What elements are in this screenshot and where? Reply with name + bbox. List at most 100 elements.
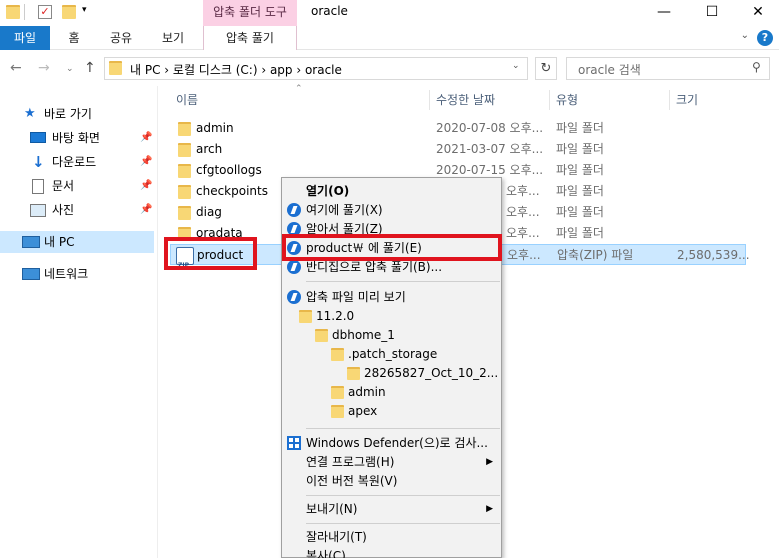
pane-splitter[interactable] (157, 86, 158, 558)
menu-label: 잘라내기(T) (306, 530, 367, 544)
tree-label: 28265827_Oct_10_2... (364, 366, 499, 380)
pin-icon[interactable]: 📌 (140, 127, 152, 149)
menu-separator (306, 495, 500, 496)
submenu-arrow-icon: ▶ (486, 457, 493, 467)
file-type: 파일 폴더 (556, 121, 604, 135)
menu-item-restore-versions[interactable]: 이전 버전 복원(V) (282, 472, 501, 491)
contextual-tab-header: 압축 폴더 도구 (203, 0, 297, 26)
file-type: 파일 폴더 (556, 184, 604, 198)
file-size: 2,580,539... (677, 248, 750, 262)
minimize-button[interactable]: — (641, 0, 687, 26)
column-header-name[interactable]: 이름 (170, 90, 430, 110)
menu-item-defender-scan[interactable]: Windows Defender(으)로 검사... (282, 434, 501, 453)
column-header-type[interactable]: 유형 (550, 90, 670, 110)
pin-icon[interactable]: 📌 (140, 175, 152, 197)
sidebar-item-network[interactable]: 네트워크 (0, 263, 157, 285)
preview-tree-item[interactable]: admin (282, 383, 501, 402)
menu-item-cut[interactable]: 잘라내기(T) (282, 528, 501, 547)
up-button[interactable]: ↑ (84, 60, 96, 76)
sidebar-item-downloads[interactable]: ↓ 다운로드 📌 (0, 151, 157, 173)
menu-item-open-with[interactable]: 연결 프로그램(H) ▶ (282, 453, 501, 472)
file-name: checkpoints (196, 184, 268, 198)
desktop-icon (30, 132, 46, 143)
preview-tree-item[interactable]: 28265827_Oct_10_2... (282, 364, 501, 383)
menu-item-open[interactable]: 열기(O) (282, 182, 501, 201)
menu-label: Windows Defender(으)로 검사... (306, 436, 488, 450)
bandizip-icon (287, 260, 301, 274)
column-header-size[interactable]: 크기 (670, 90, 770, 110)
file-type: 파일 폴더 (556, 142, 604, 156)
file-row[interactable]: admin 2020-07-08 오후... 파일 폴더 (170, 118, 746, 139)
new-folder-icon[interactable] (62, 5, 76, 19)
pin-icon[interactable]: 📌 (140, 199, 152, 221)
preview-tree-item[interactable]: dbhome_1 (282, 326, 501, 345)
folder-icon (315, 329, 328, 342)
search-placeholder: oracle 검색 (578, 63, 641, 77)
sidebar-quick-access[interactable]: ★ 바로 가기 (0, 103, 157, 125)
file-date: 2020-07-08 오후... (436, 121, 544, 135)
file-name: diag (196, 205, 222, 219)
picture-icon (30, 204, 46, 217)
menu-separator (306, 281, 500, 282)
bandizip-icon (287, 203, 301, 217)
menu-separator (306, 523, 500, 524)
forward-button[interactable]: → (38, 60, 50, 76)
column-header-modified[interactable]: 수정한 날짜 (430, 90, 550, 110)
close-button[interactable]: ✕ (735, 0, 779, 26)
sidebar-label: 바탕 화면 (52, 131, 100, 145)
file-type: 파일 폴더 (556, 205, 604, 219)
recent-locations-icon[interactable]: ⌄ (66, 64, 74, 74)
preview-tree-item[interactable]: 11.2.0 (282, 307, 501, 326)
ribbon-collapse-icon[interactable]: ⌄ (741, 30, 749, 41)
file-row[interactable]: arch 2021-03-07 오후... 파일 폴더 (170, 139, 746, 160)
search-icon[interactable]: ⚲ (752, 60, 761, 74)
folder-icon (299, 310, 312, 323)
folder-icon (178, 122, 191, 136)
file-name: cfgtoollogs (196, 163, 262, 177)
window-title: oracle (311, 4, 348, 18)
pin-icon[interactable]: 📌 (140, 151, 152, 173)
highlight-box (164, 237, 257, 270)
folder-icon (331, 386, 344, 399)
sidebar-label: 내 PC (44, 235, 75, 249)
folder-icon (6, 5, 20, 19)
properties-icon[interactable]: ✓ (38, 5, 52, 19)
file-name: admin (196, 121, 234, 135)
sidebar-item-this-pc[interactable]: 내 PC (0, 231, 154, 253)
folder-icon (178, 143, 191, 157)
file-date: 2021-03-07 오후... (436, 142, 544, 156)
menu-separator (306, 428, 500, 429)
sidebar-item-pictures[interactable]: 사진 📌 (0, 199, 157, 221)
maximize-button[interactable]: ☐ (689, 0, 735, 26)
menu-item-send-to[interactable]: 보내기(N) ▶ (282, 500, 501, 519)
tab-view[interactable]: 보기 (156, 26, 190, 50)
menu-item-extract-here[interactable]: 여기에 풀기(X) (282, 201, 501, 220)
tab-home[interactable]: 홈 (58, 26, 90, 50)
breadcrumb[interactable]: 내 PC › 로컬 디스크 (C:) › app › oracle (130, 61, 342, 78)
refresh-button[interactable]: ↻ (535, 57, 557, 80)
tree-label: .patch_storage (348, 347, 438, 361)
file-type: 파일 폴더 (556, 226, 604, 240)
menu-item-copy[interactable]: 복사(C) (282, 547, 501, 558)
tab-file[interactable]: 파일 (0, 26, 50, 50)
file-type: 압축(ZIP) 파일 (557, 248, 634, 262)
file-name: arch (196, 142, 223, 156)
download-icon: ↓ (32, 153, 45, 171)
customize-toolbar-icon[interactable]: ▾ (82, 5, 87, 15)
folder-icon (331, 348, 344, 361)
sidebar-item-documents[interactable]: 문서 📌 (0, 175, 157, 197)
folder-icon (178, 185, 191, 199)
menu-label: 여기에 풀기(X) (306, 203, 383, 217)
document-icon (32, 179, 44, 194)
star-icon: ★ (24, 106, 36, 121)
preview-tree-item[interactable]: apex (282, 402, 501, 421)
preview-tree-item[interactable]: .patch_storage (282, 345, 501, 364)
back-button[interactable]: ← (10, 60, 22, 76)
tab-extract[interactable]: 압축 풀기 (203, 26, 297, 50)
tab-share[interactable]: 공유 (104, 26, 138, 50)
folder-icon (331, 405, 344, 418)
help-icon[interactable]: ? (757, 30, 773, 46)
sidebar-item-desktop[interactable]: 바탕 화면 📌 (0, 127, 157, 149)
address-dropdown-icon[interactable]: ⌄ (512, 61, 520, 71)
menu-item-preview[interactable]: 압축 파일 미리 보기 (282, 288, 501, 307)
